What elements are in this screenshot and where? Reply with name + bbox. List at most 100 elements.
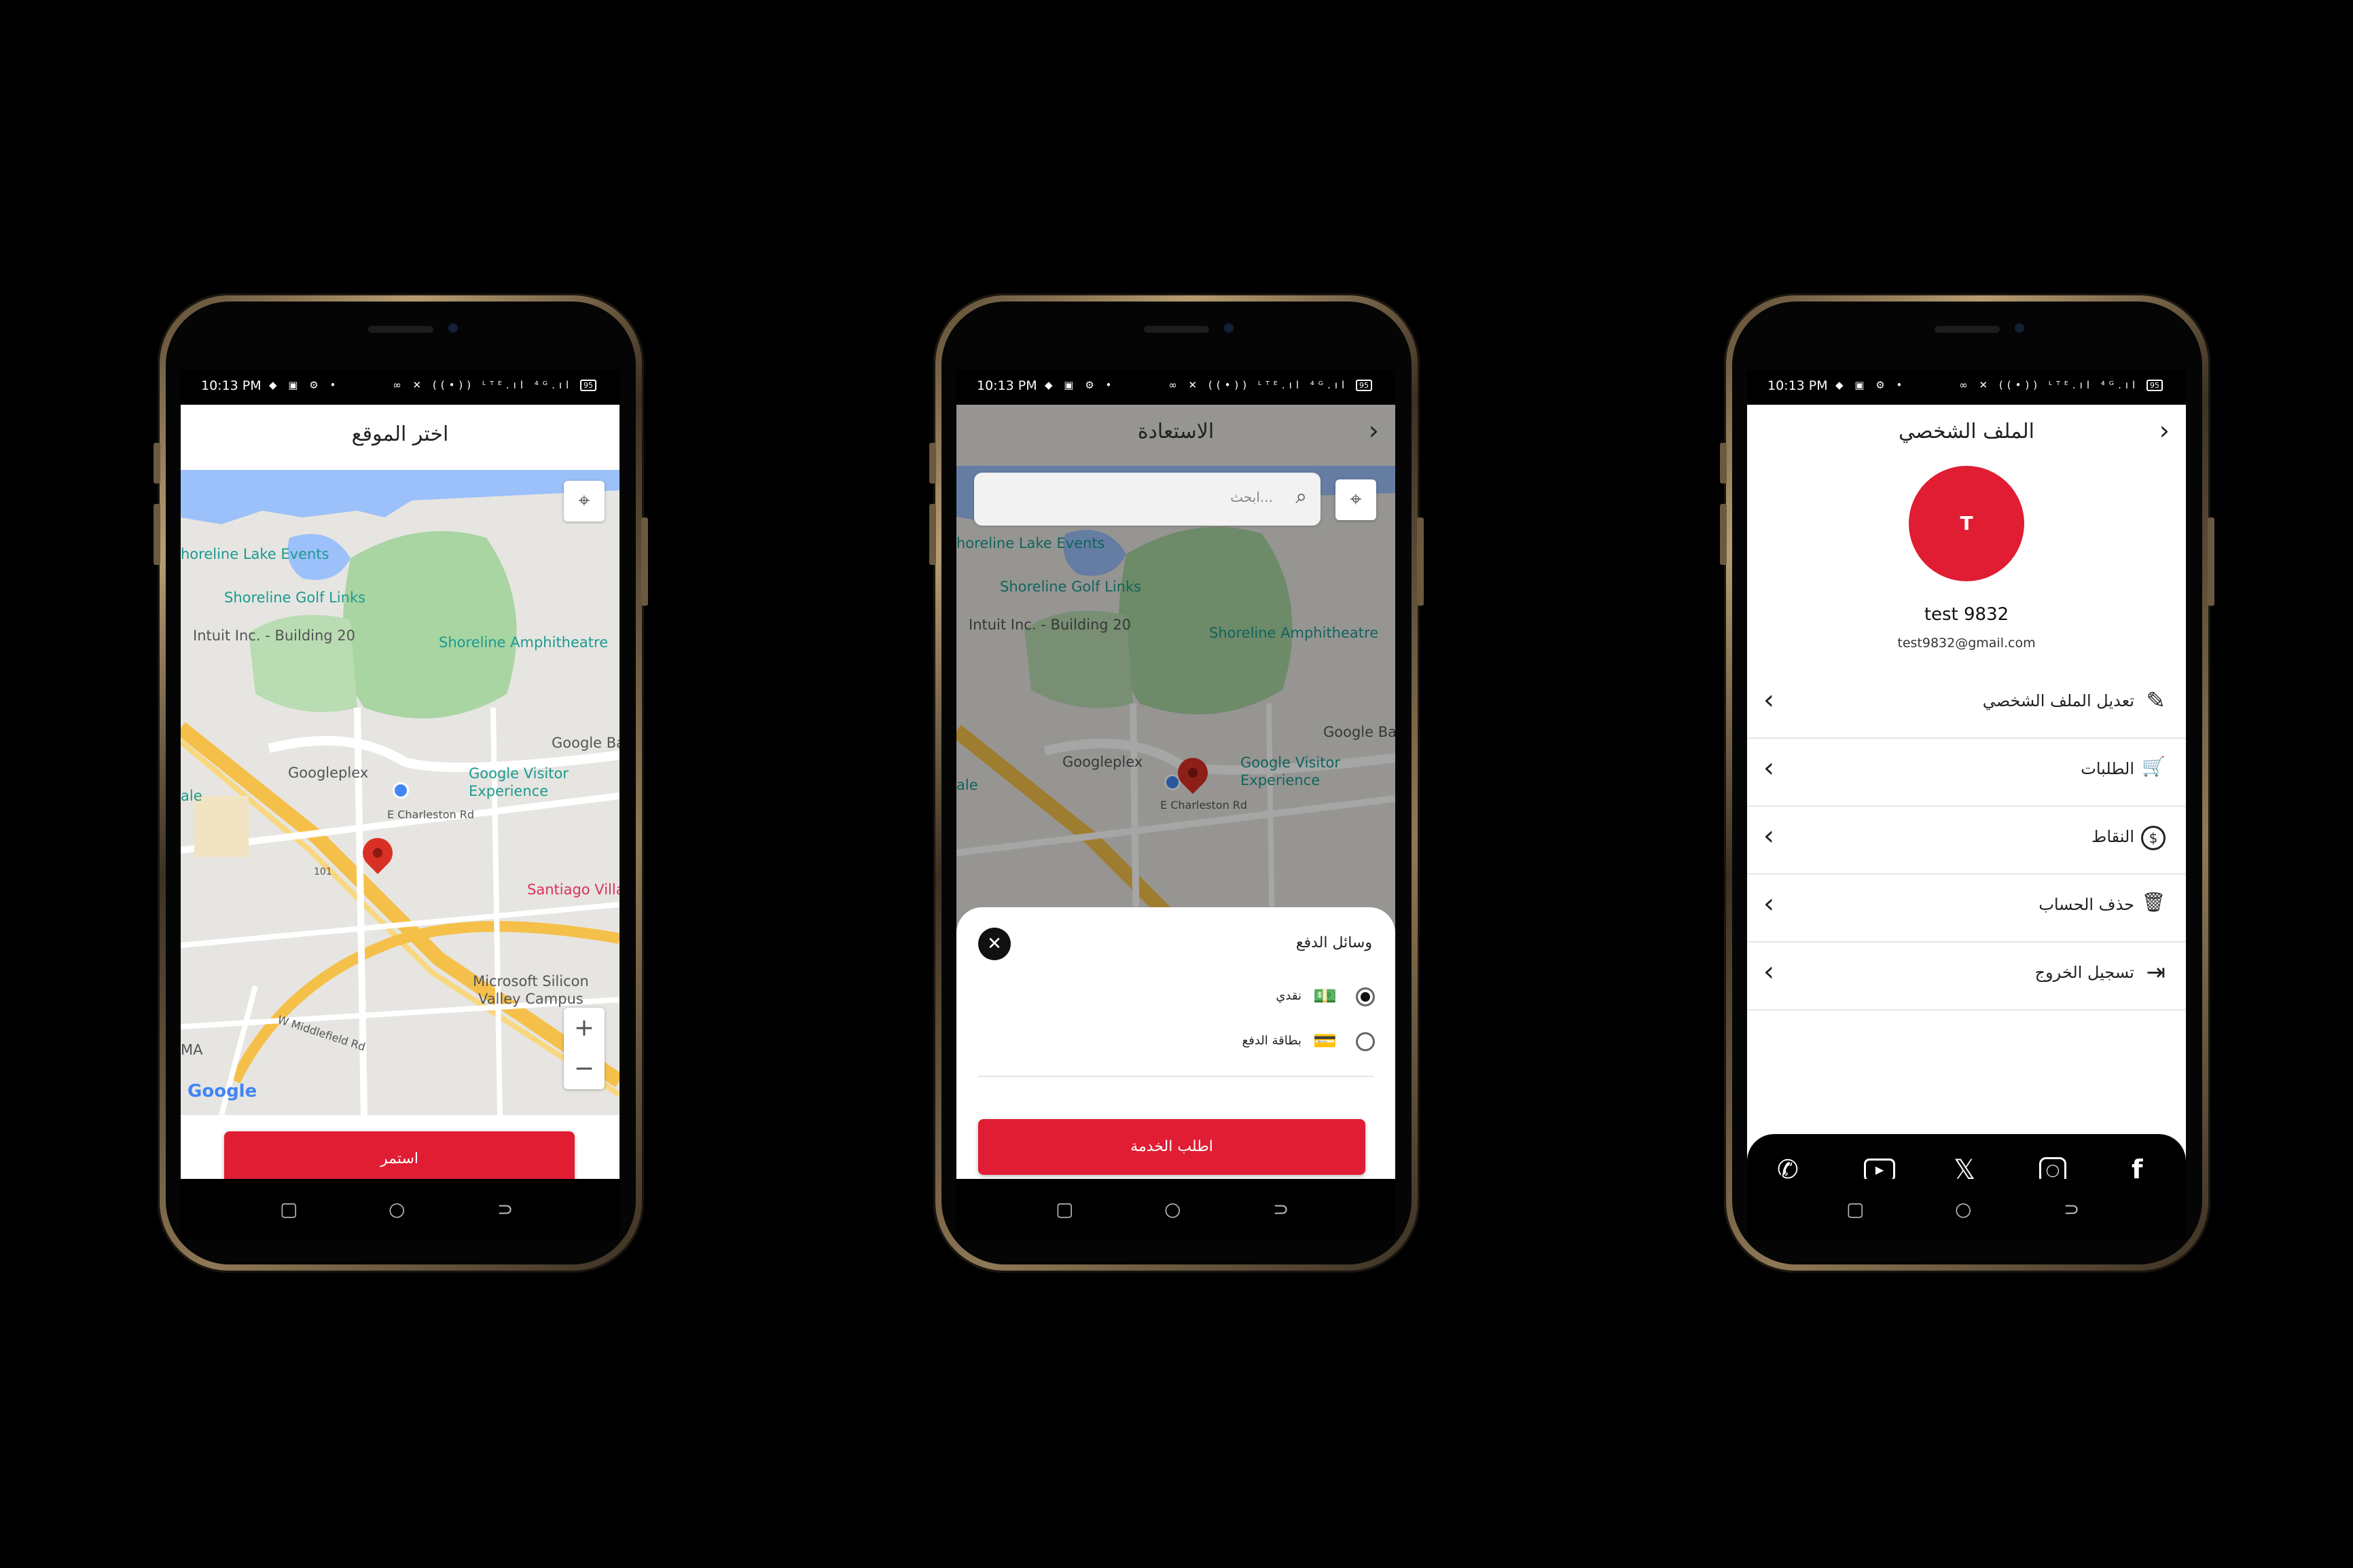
map-label-santiago: Santiago Villa xyxy=(527,881,619,898)
back-nav-button[interactable]: ⊃ xyxy=(497,1198,513,1220)
side-button xyxy=(1720,504,1727,565)
user-email: test9832@gmail.com xyxy=(1897,636,2036,651)
side-button xyxy=(1417,517,1424,606)
back-chevron-icon[interactable]: › xyxy=(2159,416,2170,445)
chevron-left-icon: ‹ xyxy=(1763,685,1774,716)
back-chevron-icon[interactable]: › xyxy=(1369,416,1379,445)
speaker xyxy=(1144,326,1209,333)
my-location-button[interactable]: ⌖ xyxy=(1335,479,1376,520)
cash-radio[interactable] xyxy=(1356,987,1375,1006)
map-label-charleston: E Charleston Rd xyxy=(387,808,475,821)
menu-item-logout[interactable]: ⇥ تسجيل الخروج ‹ xyxy=(1747,941,2186,1010)
social-bar: ✆ ▶ 𝕏 ◯ f xyxy=(1747,1134,2186,1179)
screen-location: 10:13 PM ◆ ▣ ⚙ • ∞ ✕ ((•)) ᴸᵀᴱ.ıl ⁴ᴳ.ıl … xyxy=(181,369,619,1240)
search-bar[interactable]: ⌕ ابحث... xyxy=(974,473,1321,526)
zoom-in-button[interactable]: + xyxy=(564,1008,605,1049)
avatar: T xyxy=(1909,466,2024,581)
header: اختر الموقع xyxy=(181,405,619,470)
payment-option-card[interactable]: 💳 بطاقة الدفع xyxy=(1198,1028,1375,1055)
request-service-button[interactable]: اطلب الخدمة xyxy=(978,1119,1365,1175)
map-label-hwy: 101 xyxy=(314,867,332,877)
card-icon: 💳 xyxy=(1313,1029,1337,1052)
map-label-visitor: Google Visitor Experience xyxy=(469,765,569,799)
sheet-title: وسائل الدفع xyxy=(1295,934,1372,951)
zoom-controls: + − xyxy=(564,1008,605,1089)
status-left-icons: ◆ ▣ ⚙ • xyxy=(269,379,340,391)
my-location-button[interactable]: ⌖ xyxy=(564,481,605,522)
android-nav-bar: ▢ ○ ⊃ xyxy=(956,1179,1395,1240)
header: الملف الشخصي › xyxy=(1747,405,2186,459)
cash-label: نقدي xyxy=(1276,989,1301,1003)
side-button xyxy=(154,504,160,565)
logout-icon: ⇥ xyxy=(2146,959,2166,986)
back-nav-button[interactable]: ⊃ xyxy=(2064,1198,2079,1220)
menu-item-label: حذف الحساب xyxy=(2038,895,2134,914)
close-icon: ✕ xyxy=(987,934,1002,954)
user-name: test 9832 xyxy=(1924,604,2009,625)
map-label-google-ba: Google Ba xyxy=(552,735,619,751)
menu-item-delete-account[interactable]: 🗑 حذف الحساب ‹ xyxy=(1747,873,2186,943)
speaker xyxy=(368,326,433,333)
menu-item-label: تسجيل الخروج xyxy=(2034,963,2134,982)
home-button[interactable]: ○ xyxy=(1955,1198,1971,1220)
divider xyxy=(978,1076,1373,1077)
close-button[interactable]: ✕ xyxy=(978,928,1011,960)
page-title: الاستعادة xyxy=(1137,420,1215,443)
front-camera xyxy=(1224,323,1234,333)
location-screen: اختر الموقع horeline Lake Events Shoreli… xyxy=(181,405,619,1179)
search-input[interactable]: ابحث... xyxy=(1230,489,1273,505)
youtube-icon[interactable]: ▶ xyxy=(1864,1159,1895,1179)
payment-sheet: ✕ وسائل الدفع 💵 نقدي 💳 بطاقة الدفع اطلب … xyxy=(956,907,1395,1179)
back-nav-button[interactable]: ⊃ xyxy=(1273,1198,1289,1220)
speaker xyxy=(1935,326,2000,333)
menu-item-points[interactable]: $ النقاط ‹ xyxy=(1747,805,2186,875)
page-title: اختر الموقع xyxy=(351,422,449,446)
continue-button[interactable]: استمر xyxy=(224,1131,575,1179)
x-icon[interactable]: 𝕏 xyxy=(1954,1154,1975,1179)
home-button[interactable]: ○ xyxy=(1164,1198,1181,1220)
phone-frame-profile: 10:13 PM ◆ ▣ ⚙ • ∞ ✕ ((•)) ᴸᵀᴱ.ıl ⁴ᴳ.ıl … xyxy=(1720,293,2214,1273)
map-label-ma: MA xyxy=(181,1042,203,1058)
status-time: 10:13 PM xyxy=(977,378,1037,393)
profile-screen: الملف الشخصي › T test 9832 test9832@gmai… xyxy=(1747,405,2186,1179)
recent-apps-button[interactable]: ▢ xyxy=(280,1198,298,1220)
pencil-icon: ✎ xyxy=(2146,687,2166,714)
side-button xyxy=(929,504,936,565)
menu-item-label: الطلبات xyxy=(2081,759,2134,778)
status-time: 10:13 PM xyxy=(1767,378,1828,393)
instagram-icon[interactable]: ◯ xyxy=(2039,1157,2066,1179)
status-time: 10:13 PM xyxy=(201,378,262,393)
cart-icon: 🛒 xyxy=(2142,755,2166,778)
map-label-amphitheatre: Shoreline Amphitheatre xyxy=(439,634,609,651)
whatsapp-icon[interactable]: ✆ xyxy=(1777,1154,1799,1179)
map-view[interactable]: horeline Lake Events Shoreline Golf Link… xyxy=(181,470,619,1115)
battery-icon: 95 xyxy=(580,380,596,391)
status-bar: 10:13 PM ◆ ▣ ⚙ • ∞ ✕ ((•)) ᴸᵀᴱ.ıl ⁴ᴳ.ıl … xyxy=(956,369,1395,405)
chevron-left-icon: ‹ xyxy=(1763,820,1774,852)
android-nav-bar: ▢ ○ ⊃ xyxy=(1747,1179,2186,1240)
menu-item-label: النقاط xyxy=(2091,827,2134,846)
menu-item-orders[interactable]: 🛒 الطلبات ‹ xyxy=(1747,737,2186,807)
current-location-dot xyxy=(393,782,409,799)
map-label-microsoft: Microsoft Silicon Valley Campus xyxy=(473,973,589,1007)
recent-apps-button[interactable]: ▢ xyxy=(1056,1198,1073,1220)
google-logo: Google xyxy=(187,1081,257,1101)
payment-option-cash[interactable]: 💵 نقدي xyxy=(1198,983,1375,1010)
recent-apps-button[interactable]: ▢ xyxy=(1846,1198,1864,1220)
payment-screen: horeline Lake Events Shoreline Golf Link… xyxy=(956,405,1395,1179)
screen-profile: 10:13 PM ◆ ▣ ⚙ • ∞ ✕ ((•)) ᴸᵀᴱ.ıl ⁴ᴳ.ıl … xyxy=(1747,369,2186,1240)
menu-item-edit-profile[interactable]: ✎ تعديل الملف الشخصي ‹ xyxy=(1747,670,2186,739)
card-radio[interactable] xyxy=(1356,1032,1375,1051)
status-bar: 10:13 PM ◆ ▣ ⚙ • ∞ ✕ ((•)) ᴸᵀᴱ.ıl ⁴ᴳ.ıl … xyxy=(1747,369,2186,405)
map-label-lake-events: horeline Lake Events xyxy=(181,546,329,562)
front-camera xyxy=(2015,323,2024,333)
zoom-out-button[interactable]: − xyxy=(564,1049,605,1089)
map-label-golf-links: Shoreline Golf Links xyxy=(224,589,366,606)
phone-frame-payment: 10:13 PM ◆ ▣ ⚙ • ∞ ✕ ((•)) ᴸᵀᴱ.ıl ⁴ᴳ.ıl … xyxy=(929,293,1424,1273)
battery-icon: 95 xyxy=(1356,380,1372,391)
phone-frame-location: 10:13 PM ◆ ▣ ⚙ • ∞ ✕ ((•)) ᴸᵀᴱ.ıl ⁴ᴳ.ıl … xyxy=(154,293,648,1273)
status-right-icons: ∞ ✕ ((•)) ᴸᵀᴱ.ıl ⁴ᴳ.ıl 95 xyxy=(393,379,596,391)
facebook-icon[interactable]: f xyxy=(2132,1154,2143,1179)
home-button[interactable]: ○ xyxy=(389,1198,405,1220)
map-label-ale: ale xyxy=(181,788,202,804)
